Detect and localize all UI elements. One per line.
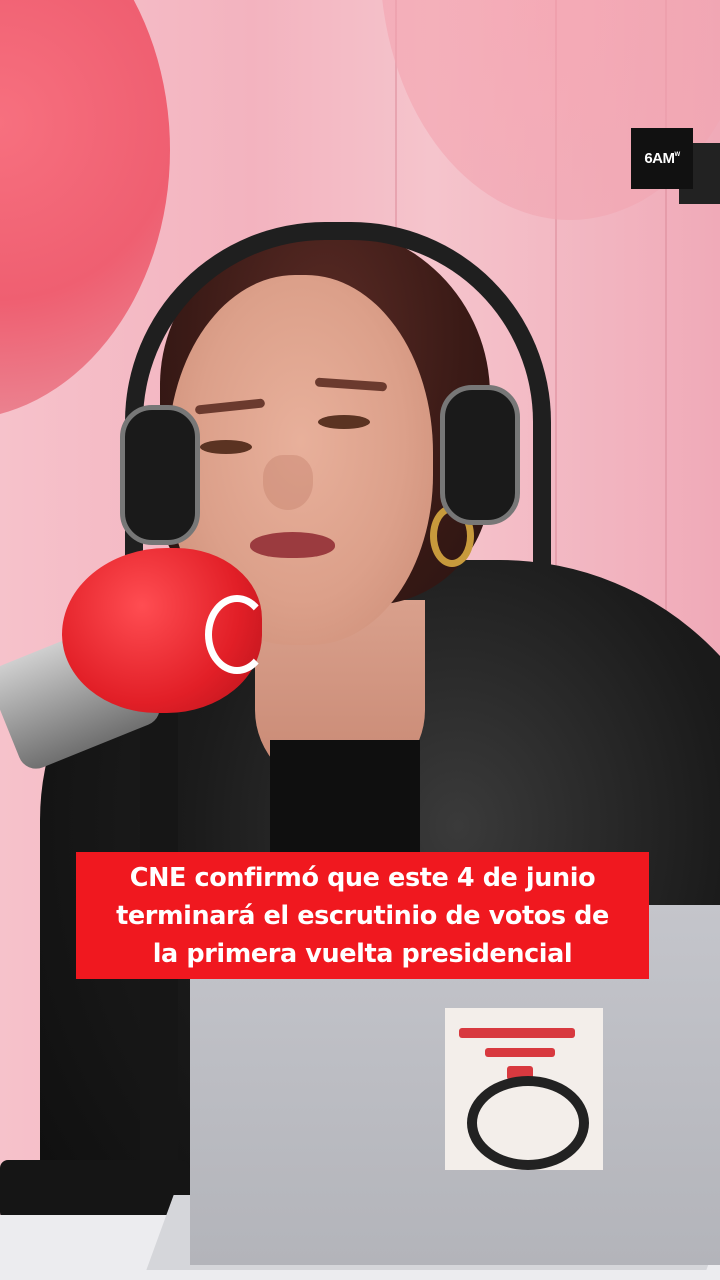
- mic-base: [0, 1160, 190, 1220]
- video-frame: 6AM W CNE confirmó que este 4 de junio te…: [0, 0, 720, 1280]
- headphones-right-cup: [440, 385, 520, 525]
- sticker-stripe: [485, 1048, 555, 1057]
- caption-line: CNE confirmó que este 4 de junio: [129, 862, 596, 893]
- sticker-ring: [467, 1076, 589, 1170]
- headphones-left-cup: [120, 405, 200, 545]
- caption-line: la primera vuelta presidencial: [152, 938, 573, 969]
- badge-front: 6AM W: [631, 128, 693, 189]
- caption-line: terminará el escrutinio de votos de: [116, 900, 609, 931]
- logo-text: 6AM: [644, 150, 675, 167]
- sticker-stripe: [459, 1028, 575, 1038]
- logo-superscript: W: [674, 151, 681, 158]
- radio-logo-icon: [205, 595, 269, 674]
- news-caption: CNE confirmó que este 4 de junio termina…: [76, 852, 649, 979]
- station-logo-icon: [445, 1008, 603, 1170]
- 6am-logo: 6AM W: [631, 128, 720, 204]
